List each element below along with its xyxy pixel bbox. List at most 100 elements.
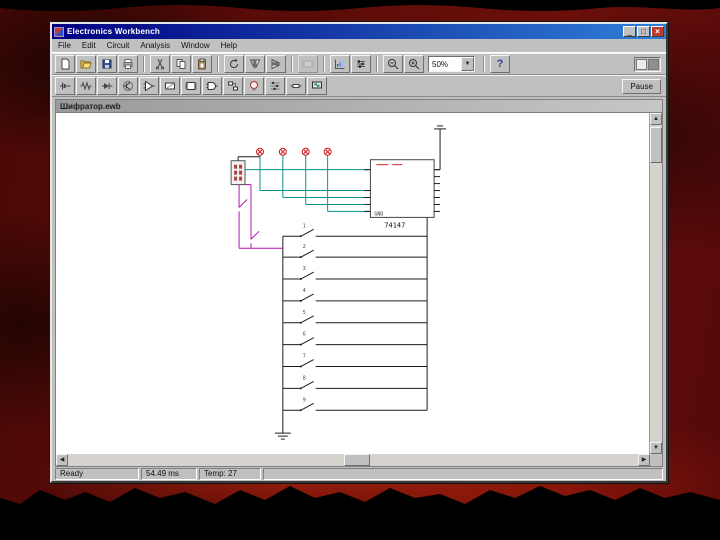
ladder-switch[interactable]: 1 (300, 223, 314, 237)
menu-file[interactable]: File (58, 41, 71, 50)
horizontal-scroll-thumb[interactable] (344, 454, 370, 466)
scroll-up-button[interactable]: ▲ (650, 113, 662, 125)
document-titlebar[interactable]: Шифратор.ewb (56, 100, 662, 113)
zoom-in-icon (408, 58, 420, 70)
svg-text:2: 2 (303, 244, 306, 250)
ladder-switch[interactable]: 4 (300, 288, 314, 302)
vertical-scroll-thumb[interactable] (650, 127, 662, 163)
help-button[interactable]: ? (490, 55, 510, 73)
diodes-icon (101, 80, 113, 92)
probe-indicator[interactable] (302, 148, 309, 155)
torn-edge-bottom (0, 476, 720, 540)
status-ready: Ready (55, 468, 139, 480)
basic-button[interactable] (76, 77, 96, 95)
ladder-switch[interactable]: 6 (300, 332, 314, 346)
scroll-down-button[interactable]: ▼ (650, 442, 662, 454)
miscellaneous-icon (290, 80, 302, 92)
toolbar-separator (143, 56, 145, 72)
save-button[interactable] (97, 55, 117, 73)
slide-background: Electronics Workbench _ □ × File Edit Ci… (0, 0, 720, 540)
sources-button[interactable] (55, 77, 75, 95)
indicators-button[interactable] (244, 77, 264, 95)
pause-button[interactable]: Pause (622, 79, 661, 94)
key-switch[interactable] (239, 199, 247, 207)
ladder-switch[interactable]: 7 (300, 354, 314, 368)
zoom-out-button[interactable] (383, 55, 403, 73)
flip-horizontal-button[interactable] (266, 55, 286, 73)
menu-window[interactable]: Window (181, 41, 209, 50)
paste-button[interactable] (192, 55, 212, 73)
flip-horizontal-icon (270, 58, 282, 70)
app-window: Electronics Workbench _ □ × File Edit Ci… (50, 22, 668, 483)
component-properties-button[interactable] (351, 55, 371, 73)
analog-ics-button[interactable] (139, 77, 159, 95)
controls-button[interactable] (265, 77, 285, 95)
toolbar-separator (483, 56, 485, 72)
vertical-scrollbar[interactable]: ▲ ▼ (650, 113, 662, 454)
scroll-left-button[interactable]: ◀ (56, 454, 68, 466)
cut-button[interactable] (150, 55, 170, 73)
ladder-switch[interactable]: 5 (300, 310, 314, 324)
diodes-button[interactable] (97, 77, 117, 95)
probe-indicator[interactable] (279, 148, 286, 155)
new-icon (59, 58, 71, 70)
maximize-button[interactable]: □ (637, 26, 650, 37)
scroll-right-button[interactable]: ▶ (638, 454, 650, 466)
horizontal-scrollbar[interactable]: ◀ ▶ (56, 454, 650, 466)
digital-button[interactable] (223, 77, 243, 95)
print-button[interactable] (118, 55, 138, 73)
zoom-dropdown-arrow-icon[interactable]: ▼ (461, 57, 474, 71)
mixed-ics-button[interactable] (160, 77, 180, 95)
ladder-switch[interactable]: 8 (300, 375, 314, 389)
ladder-switch[interactable]: 2 (300, 244, 314, 258)
power-off-cell[interactable] (636, 59, 647, 70)
menu-circuit[interactable]: Circuit (107, 41, 130, 50)
open-button[interactable] (76, 55, 96, 73)
flip-vertical-button[interactable] (245, 55, 265, 73)
status-sim-time: 54.49 ms (141, 468, 197, 480)
menu-edit[interactable]: Edit (82, 41, 96, 50)
component-properties-icon (355, 58, 367, 70)
minimize-button[interactable]: _ (623, 26, 636, 37)
subcircuit-button[interactable] (298, 55, 318, 73)
menu-help[interactable]: Help (221, 41, 237, 50)
open-icon (80, 58, 92, 70)
power-switch[interactable] (634, 57, 661, 72)
flip-vertical-icon (249, 58, 261, 70)
display-graphs-button[interactable] (330, 55, 350, 73)
miscellaneous-button[interactable] (286, 77, 306, 95)
svg-text:6: 6 (303, 332, 306, 338)
vcc-symbol (434, 126, 446, 129)
digital-ics-button[interactable] (181, 77, 201, 95)
svg-text:GND: GND (374, 211, 383, 217)
menu-analysis[interactable]: Analysis (140, 41, 170, 50)
analog-ics-icon (143, 80, 155, 92)
main-toolbar-items: 50%▼? (55, 55, 510, 73)
sources-icon (59, 80, 71, 92)
key-switch[interactable] (251, 231, 259, 239)
probe-indicator[interactable] (324, 148, 331, 155)
status-temperature: Temp: 27 (199, 468, 261, 480)
window-titlebar[interactable]: Electronics Workbench _ □ × (52, 24, 666, 39)
transistors-button[interactable] (118, 77, 138, 95)
titlebar-buttons: _ □ × (623, 26, 664, 37)
ladder-switch[interactable]: 3 (300, 266, 314, 280)
encoder-chip[interactable]: GND74147 (364, 160, 440, 230)
close-button[interactable]: × (651, 26, 664, 37)
zoom-select[interactable]: 50%▼ (428, 56, 475, 72)
copy-button[interactable] (171, 55, 191, 73)
logic-gates-button[interactable] (202, 77, 222, 95)
document-body: 1 2 3 4 5 6 7 8 9 GND74147 ▲ ▼ (56, 113, 662, 454)
new-button[interactable] (55, 55, 75, 73)
circuit-canvas[interactable]: 1 2 3 4 5 6 7 8 9 GND74147 (56, 113, 650, 454)
seven-segment-display[interactable] (231, 161, 245, 185)
instruments-button[interactable] (307, 77, 327, 95)
rotate-button[interactable] (224, 55, 244, 73)
digital-icon (227, 80, 239, 92)
zoom-in-button[interactable] (404, 55, 424, 73)
scrollbar-corner (650, 454, 662, 466)
zoom-value: 50% (429, 60, 461, 69)
ladder-switch[interactable]: 9 (300, 397, 314, 411)
probe-indicator[interactable] (256, 148, 263, 155)
power-on-cell[interactable] (648, 59, 659, 70)
